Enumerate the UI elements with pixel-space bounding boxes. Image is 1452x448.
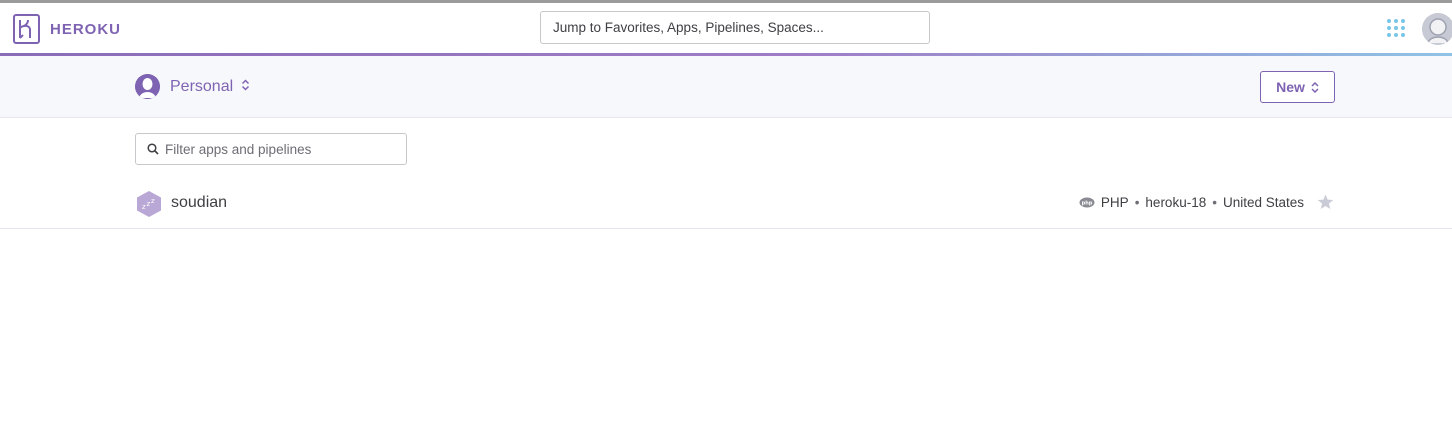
heroku-logo-icon bbox=[13, 14, 40, 44]
account-name: Personal bbox=[170, 77, 234, 95]
filter-apps-field[interactable] bbox=[135, 133, 407, 165]
account-switcher[interactable]: Personal bbox=[135, 74, 250, 99]
app-name[interactable]: soudian bbox=[171, 194, 227, 212]
apps-grid-icon[interactable] bbox=[1386, 18, 1406, 38]
favorite-star-icon[interactable] bbox=[1317, 194, 1334, 215]
svg-text:z: z bbox=[151, 197, 155, 205]
app-language: PHP bbox=[1100, 195, 1129, 210]
filter-apps-input[interactable] bbox=[165, 141, 395, 157]
top-header: HEROKU Jump to Favorites, Apps, Pipeline… bbox=[0, 3, 1452, 53]
personal-avatar-icon bbox=[135, 74, 160, 99]
brand-name: HEROKU bbox=[50, 20, 122, 38]
user-avatar[interactable] bbox=[1422, 13, 1452, 45]
app-stack: heroku-18 bbox=[1145, 195, 1207, 210]
separator-dot: • bbox=[1212, 195, 1217, 210]
app-region: United States bbox=[1222, 195, 1304, 210]
new-button[interactable]: New bbox=[1260, 71, 1335, 103]
app-metadata: php PHP • heroku-18 • United States bbox=[1079, 195, 1304, 210]
account-bar: Personal New bbox=[0, 56, 1452, 118]
app-list-item[interactable]: z z z soudian php PHP • heroku-18 • Unit… bbox=[0, 180, 1452, 229]
new-button-label: New bbox=[1276, 79, 1305, 95]
heroku-logo[interactable]: HEROKU bbox=[13, 14, 121, 44]
chevron-up-down-icon bbox=[1311, 81, 1319, 93]
php-icon: php bbox=[1079, 197, 1095, 208]
chevron-up-down-icon bbox=[241, 78, 250, 96]
separator-dot: • bbox=[1134, 195, 1140, 210]
search-icon bbox=[147, 143, 159, 155]
global-search-placeholder: Jump to Favorites, Apps, Pipelines, Spac… bbox=[553, 20, 824, 35]
svg-text:z: z bbox=[147, 200, 151, 208]
global-search-input[interactable]: Jump to Favorites, Apps, Pipelines, Spac… bbox=[540, 11, 930, 44]
svg-text:php: php bbox=[1082, 201, 1093, 207]
sleeping-app-icon: z z z bbox=[136, 190, 162, 218]
svg-text:z: z bbox=[142, 203, 146, 211]
